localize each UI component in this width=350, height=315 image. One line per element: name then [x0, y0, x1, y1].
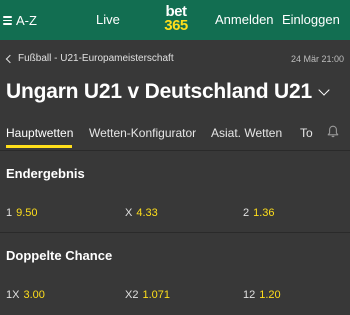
az-menu-label: A-Z	[16, 12, 37, 28]
market-title-endergebnis[interactable]: Endergebnis	[6, 166, 85, 181]
chevron-down-icon	[318, 83, 330, 96]
tab-asiat-wetten[interactable]: Asiat. Wetten	[211, 126, 282, 140]
match-datetime: 24 Mär 21:00	[290, 54, 344, 64]
odd-label: X2	[125, 289, 139, 301]
hamburger-icon	[2, 14, 14, 26]
tab-wetten-konfigurator[interactable]: Wetten-Konfigurator	[89, 126, 196, 140]
odd-button-12[interactable]: 12 1.20	[243, 289, 281, 301]
odd-button-2[interactable]: 2 1.36	[243, 207, 275, 219]
bell-icon[interactable]	[327, 125, 339, 138]
market-title-doppelte-chance[interactable]: Doppelte Chance	[6, 248, 112, 263]
chevron-left-icon	[5, 54, 15, 63]
market-divider	[0, 232, 350, 233]
logo-text-bottom: 365	[164, 17, 188, 34]
match-title-selector[interactable]: Ungarn U21 v Deutschland U21	[6, 80, 330, 104]
live-link[interactable]: Live	[96, 0, 120, 40]
tab-more[interactable]: To	[300, 126, 313, 140]
odd-label: 1X	[6, 289, 20, 301]
breadcrumb-label: Fußball - U21-Europameisterschaft	[18, 53, 174, 64]
login-link[interactable]: Einloggen	[282, 0, 340, 40]
match-title: Ungarn U21 v Deutschland U21	[6, 80, 312, 103]
odd-label: X	[125, 207, 133, 219]
odd-value: 1.20	[259, 289, 281, 301]
tabs-divider	[0, 150, 350, 151]
market-tabs: Hauptwetten Wetten-Konfigurator Asiat. W…	[0, 118, 350, 148]
odd-value: 4.33	[136, 207, 158, 219]
active-tab-indicator	[6, 145, 72, 148]
odd-label: 12	[243, 289, 256, 301]
odd-value: 9.50	[16, 207, 38, 219]
register-link[interactable]: Anmelden	[215, 0, 274, 40]
odds-row-endergebnis: 1 9.50 X 4.33 2 1.36	[0, 207, 350, 231]
odd-label: 2	[243, 207, 250, 219]
odd-value: 1.36	[253, 207, 275, 219]
az-menu-button[interactable]: A-Z	[2, 0, 37, 40]
odd-value: 3.00	[23, 289, 45, 301]
odd-label: 1	[6, 207, 13, 219]
top-nav-bar: A-Z Live bet 365 Anmelden Einloggen	[0, 0, 350, 40]
tab-hauptwetten[interactable]: Hauptwetten	[6, 126, 73, 140]
breadcrumb[interactable]: Fußball - U21-Europameisterschaft	[5, 53, 174, 64]
odd-button-x[interactable]: X 4.33	[125, 207, 158, 219]
odd-value: 1.071	[142, 289, 170, 301]
odds-row-doppelte-chance: 1X 3.00 X2 1.071 12 1.20	[0, 289, 350, 313]
odd-button-1[interactable]: 1 9.50	[6, 207, 38, 219]
bet365-logo[interactable]: bet 365	[159, 4, 193, 35]
odd-button-x2[interactable]: X2 1.071	[125, 289, 170, 301]
odd-button-1x[interactable]: 1X 3.00	[6, 289, 45, 301]
